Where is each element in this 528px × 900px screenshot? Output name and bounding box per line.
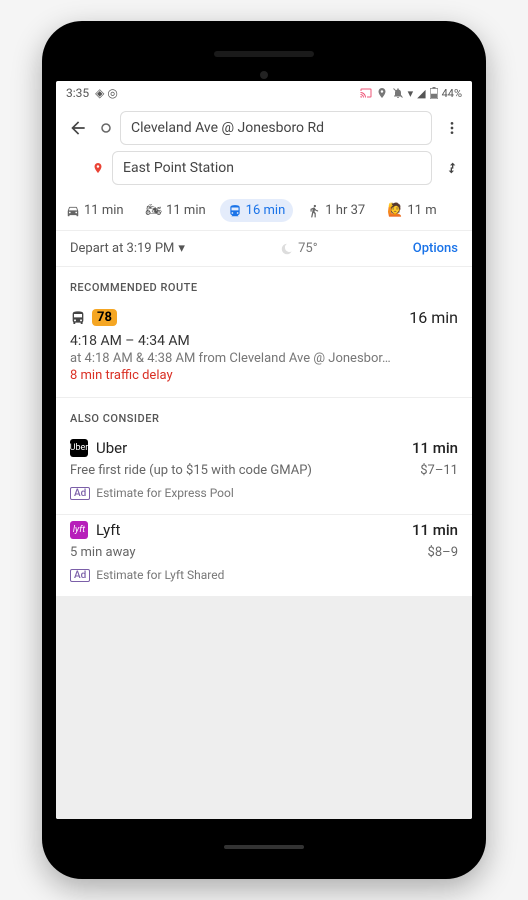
motorcycle-icon: 🏍: [146, 203, 163, 218]
uber-icon: Uber: [70, 439, 88, 457]
back-button[interactable]: [64, 114, 92, 142]
route-delay: 8 min traffic delay: [70, 368, 458, 383]
tab-car-label: 11 min: [84, 203, 124, 218]
recommended-title: RECOMMENDED ROUTE: [56, 267, 472, 302]
empty-space: [56, 597, 472, 819]
destination-row: East Point Station: [56, 151, 472, 191]
recommended-route-card[interactable]: 78 16 min 4:18 AM – 4:34 AM at 4:18 AM &…: [56, 302, 472, 398]
phone-frame: 3:35 ◈ ◎ ▾ ◢ 44%: [42, 21, 486, 879]
status-icon-group: ◈ ◎: [95, 86, 118, 100]
status-time: 3:35: [66, 86, 89, 100]
destination-input[interactable]: East Point Station: [112, 151, 432, 185]
battery-percent: 44%: [442, 87, 462, 100]
lyft-duration: 11 min: [412, 521, 458, 539]
temperature: 75°: [298, 241, 317, 256]
tab-transit-label: 16 min: [246, 203, 286, 218]
cast-icon: [360, 87, 372, 99]
moon-icon: [280, 242, 294, 256]
phone-speaker: [214, 51, 314, 57]
tab-walk-label: 1 hr 37: [325, 203, 365, 218]
ad-badge: Ad: [70, 487, 90, 500]
tab-walk[interactable]: 1 hr 37: [299, 199, 373, 222]
depart-label: Depart at 3:19 PM: [70, 241, 174, 256]
tab-motorcycle-label: 11 min: [166, 203, 206, 218]
weather: 75°: [280, 241, 317, 256]
tab-transit[interactable]: 16 min: [220, 199, 294, 222]
route-detail: at 4:18 AM & 4:38 AM from Cleveland Ave …: [70, 351, 458, 366]
travel-mode-tabs: 11 min 🏍 11 min 16 min 1 hr 37 🙋 11 m: [56, 191, 472, 231]
uber-name: Uber: [96, 439, 127, 457]
origin-input[interactable]: Cleveland Ave @ Jonesboro Rd: [120, 111, 432, 145]
route-time-range: 4:18 AM – 4:34 AM: [70, 333, 458, 349]
options-link[interactable]: Options: [413, 241, 458, 256]
tab-rideshare[interactable]: 🙋 11 m: [379, 199, 444, 222]
status-bar: 3:35 ◈ ◎ ▾ ◢ 44%: [56, 81, 472, 105]
origin-row: Cleveland Ave @ Jonesboro Rd: [56, 105, 472, 151]
depart-selector[interactable]: Depart at 3:19 PM ▾: [70, 241, 185, 256]
more-menu-button[interactable]: [440, 116, 464, 140]
tab-rideshare-label: 11 m: [407, 203, 436, 218]
lyft-subtext: 5 min away: [70, 545, 135, 560]
bus-icon: [70, 310, 86, 326]
lyft-icon: lyft: [70, 521, 88, 539]
origin-dot-icon: [100, 122, 112, 134]
ride-option-lyft[interactable]: lyft Lyft 11 min 5 min away $8–9 Ad Esti…: [56, 515, 472, 597]
chevron-down-icon: ▾: [178, 241, 185, 256]
phone-camera: [260, 71, 268, 79]
tab-car[interactable]: 11 min: [58, 199, 132, 222]
uber-price: $7–11: [420, 463, 458, 478]
swap-button[interactable]: [440, 156, 464, 180]
lyft-price: $8–9: [428, 545, 458, 560]
bus-number-badge: 78: [92, 309, 117, 326]
consider-title: ALSO CONSIDER: [56, 398, 472, 433]
rideshare-icon: 🙋: [387, 203, 403, 218]
dnd-icon: [392, 87, 404, 99]
location-icon: [376, 87, 388, 99]
depart-options-bar: Depart at 3:19 PM ▾ 75° Options: [56, 231, 472, 267]
phone-home-indicator: [224, 845, 304, 849]
route-duration: 16 min: [409, 308, 458, 327]
lyft-name: Lyft: [96, 521, 120, 539]
wifi-icon: ▾: [408, 87, 414, 100]
ad-badge: Ad: [70, 569, 90, 582]
destination-pin-icon: [92, 162, 104, 174]
uber-duration: 11 min: [412, 439, 458, 457]
uber-ad-text: Estimate for Express Pool: [96, 486, 234, 500]
lyft-ad-text: Estimate for Lyft Shared: [96, 568, 224, 582]
ride-option-uber[interactable]: Uber Uber 11 min Free first ride (up to …: [56, 433, 472, 515]
screen: 3:35 ◈ ◎ ▾ ◢ 44%: [56, 81, 472, 819]
tab-motorcycle[interactable]: 🏍 11 min: [138, 199, 214, 222]
uber-subtext: Free first ride (up to $15 with code GMA…: [70, 463, 312, 478]
signal-icon: ◢: [417, 87, 425, 100]
battery-icon: [430, 87, 438, 99]
